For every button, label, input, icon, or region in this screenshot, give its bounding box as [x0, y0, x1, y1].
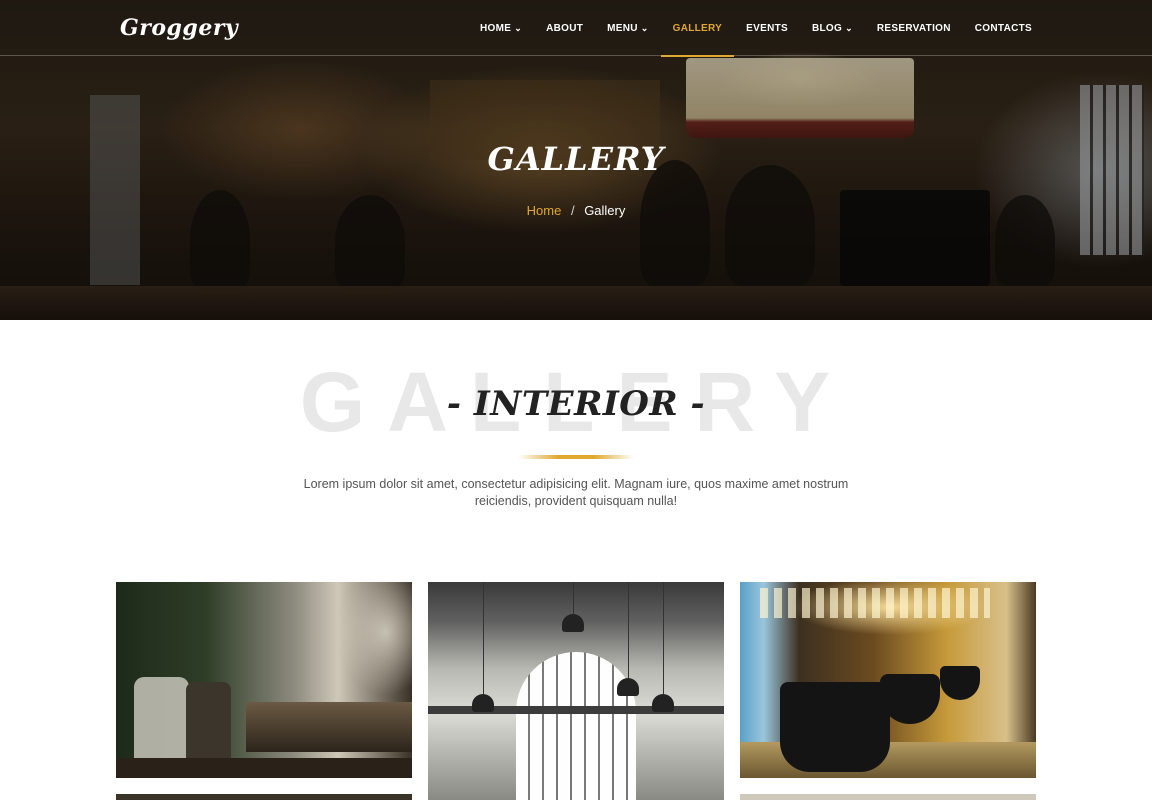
photo-pendant-lamp: [562, 614, 584, 632]
main-nav: HOME ⌄ ABOUT MENU ⌄ GALLERY EVENTS BLOG …: [480, 0, 1032, 57]
brand-logo[interactable]: Groggery: [120, 15, 238, 41]
nav-item-label: CONTACTS: [974, 22, 1032, 34]
photo-pendant-lamp: [617, 678, 639, 696]
section-description: Lorem ipsum dolor sit amet, consectetur …: [303, 477, 849, 508]
nav-item-events[interactable]: EVENTS: [746, 0, 788, 56]
nav-item-label: ABOUT: [546, 22, 584, 34]
photo-pendant-lamp: [472, 694, 494, 712]
top-navbar: Groggery HOME ⌄ ABOUT MENU ⌄ GALLERY EVE…: [0, 0, 1152, 57]
nav-item-contacts[interactable]: CONTACTS: [975, 0, 1032, 56]
photo-window: [516, 652, 636, 800]
nav-item-blog[interactable]: BLOG ⌄: [812, 0, 853, 56]
gallery-image[interactable]: [116, 794, 412, 800]
photo-wire: [628, 582, 629, 678]
photo-ice-bucket: [940, 666, 980, 700]
gallery-image[interactable]: [740, 794, 1036, 800]
breadcrumb-home-link[interactable]: Home: [527, 203, 562, 218]
nav-item-gallery[interactable]: GALLERY: [660, 0, 734, 57]
photo-wire: [573, 582, 574, 614]
nav-item-label: GALLERY: [672, 22, 723, 34]
gallery-image-dining-table[interactable]: [116, 582, 412, 778]
gallery-image-arched-window[interactable]: [428, 582, 724, 800]
chevron-down-icon: ⌄: [845, 22, 853, 33]
nav-item-label: MENU: [607, 22, 638, 34]
nav-item-reservation[interactable]: RESERVATION: [877, 0, 951, 56]
nav-item-about[interactable]: ABOUT: [546, 0, 583, 56]
chevron-down-icon: ⌄: [514, 22, 523, 33]
chevron-down-icon: ⌄: [640, 22, 649, 33]
photo-table: [246, 702, 412, 752]
breadcrumb-current: Gallery: [584, 203, 626, 218]
photo-wire: [663, 582, 664, 694]
section-title: - INTERIOR -: [446, 384, 706, 424]
nav-item-label: HOME: [480, 22, 512, 34]
breadcrumb: Home / Gallery: [0, 203, 1152, 218]
breadcrumb-separator: /: [570, 203, 575, 218]
page-title: GALLERY: [487, 140, 665, 178]
gallery-image-bar-counter[interactable]: [740, 582, 1036, 778]
nav-item-label: EVENTS: [746, 22, 788, 34]
photo-pendant-lamp: [652, 694, 674, 712]
photo-floor: [116, 758, 412, 778]
nav-item-label: RESERVATION: [876, 22, 951, 34]
nav-item-menu[interactable]: MENU ⌄: [607, 0, 649, 56]
nav-item-label: BLOG: [811, 22, 843, 34]
photo-glasses: [760, 588, 990, 618]
nav-item-home[interactable]: HOME ⌄: [480, 0, 522, 56]
photo-wire: [483, 582, 484, 694]
title-divider: [518, 455, 634, 459]
photo-ice-bucket: [780, 682, 890, 772]
